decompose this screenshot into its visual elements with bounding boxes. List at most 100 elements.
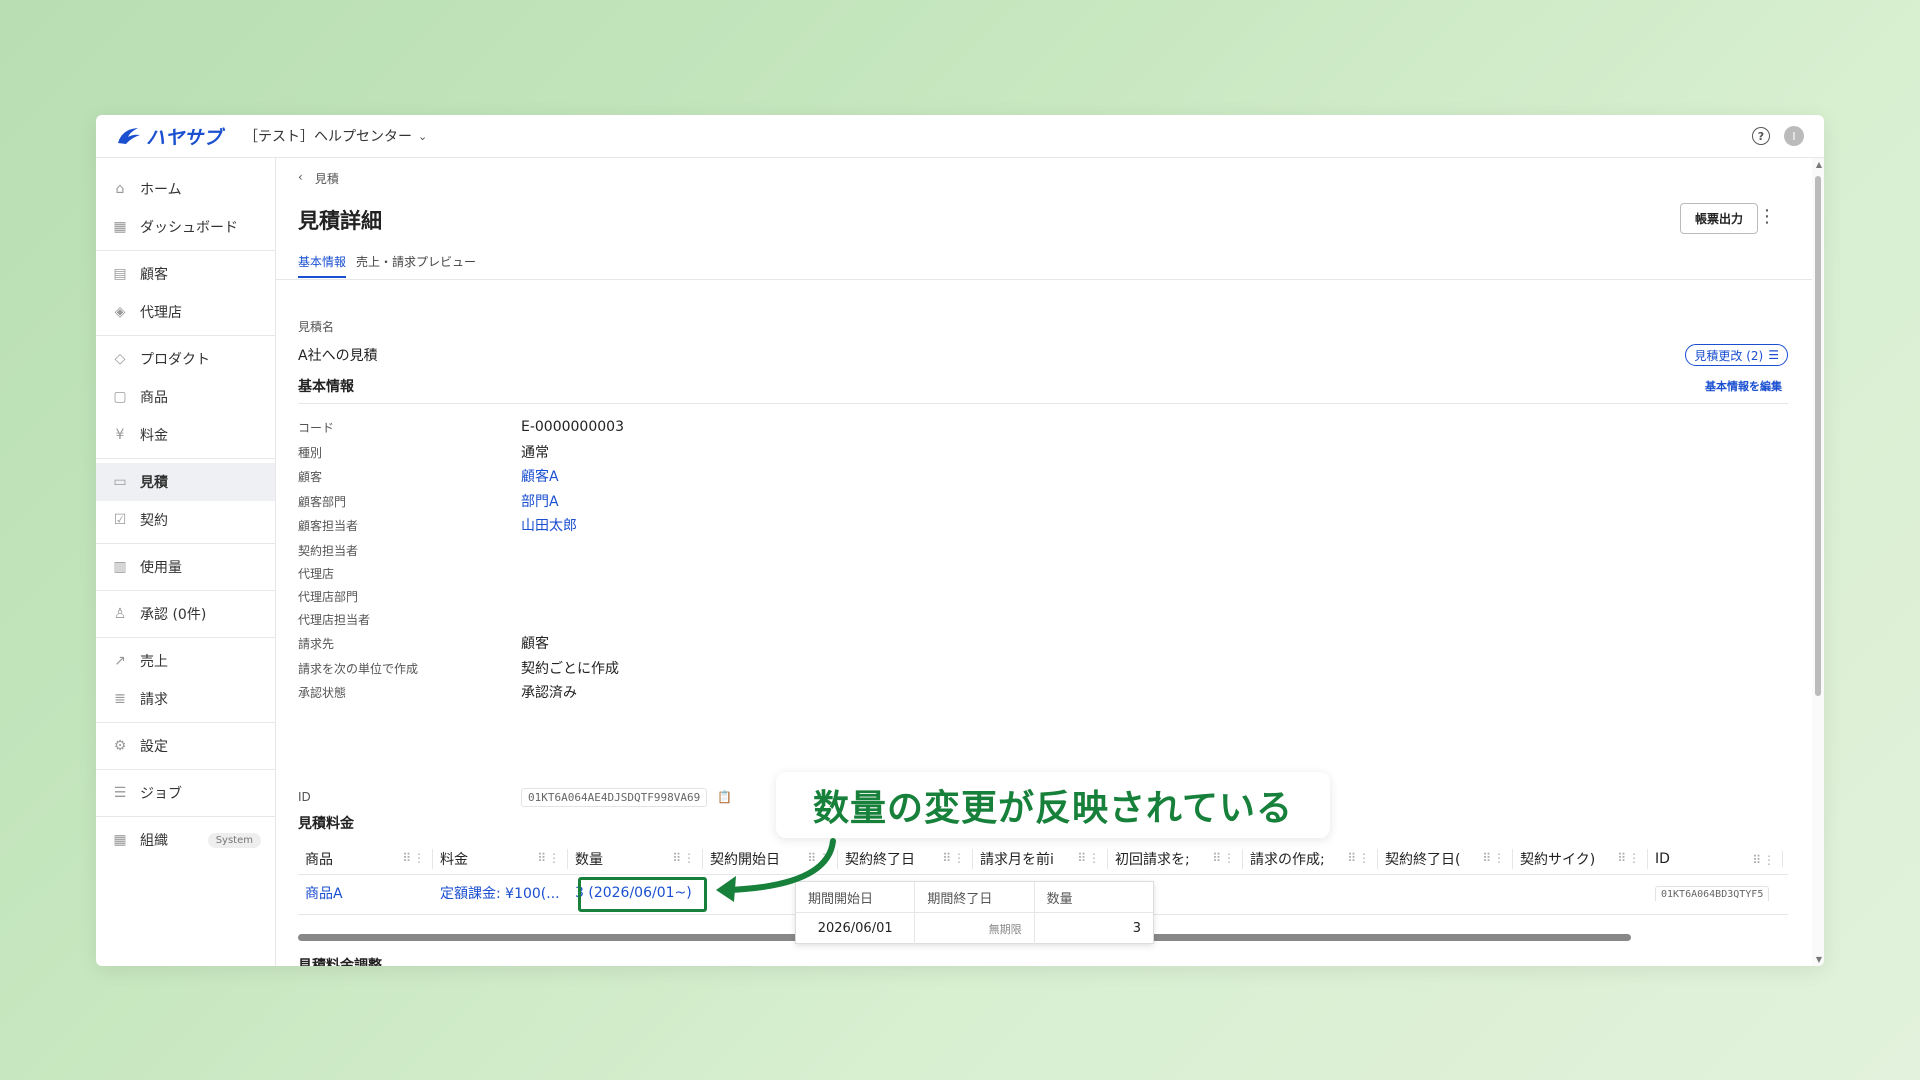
column-header-label: 初回請求を; <box>1115 851 1190 868</box>
sidebar-item[interactable]: ◈ 代理店 <box>96 293 275 331</box>
field-value[interactable]: 山田太郎 <box>521 515 577 535</box>
field-row: 顧客 顧客A <box>298 464 559 488</box>
page-title: 見積詳細 <box>298 209 382 233</box>
avatar[interactable]: I <box>1784 126 1804 146</box>
drag-handle-icon[interactable]: ⠿ ⋮ <box>1482 851 1505 865</box>
drag-handle-icon[interactable]: ⠿ ⋮ <box>672 851 695 865</box>
sidebar-item-label: 設定 <box>140 739 168 755</box>
sidebar-item-label: 組織 <box>140 833 168 849</box>
drag-handle-icon[interactable]: ⠿ ⋮ <box>1617 851 1640 865</box>
contract-icon: ☑ <box>113 512 127 528</box>
breadcrumb[interactable]: ‹ 見積 <box>298 170 339 187</box>
building-icon: ▤ <box>113 266 127 282</box>
column-header-label: 契約終了日( <box>1385 851 1461 868</box>
column-header[interactable]: 商品 ⠿ ⋮ <box>298 848 433 869</box>
column-header[interactable]: 初回請求を; ⠿ ⋮ <box>1108 848 1243 869</box>
sidebar-item[interactable]: ¥ 料金 <box>96 416 275 454</box>
table-cell: 01KT6A064BD3QTYF5 <box>1648 885 1783 901</box>
field-label: 請求先 <box>298 636 335 651</box>
column-header-label: 請求月を前i <box>980 851 1054 868</box>
revision-label: 見積更改 (2) <box>1694 348 1764 363</box>
field-label: 種別 <box>298 445 323 460</box>
table-cell[interactable]: 商品A <box>298 883 433 903</box>
column-header-label: ID <box>1655 850 1670 867</box>
popover-start-date: 2026/06/01 <box>796 913 916 944</box>
app-logo[interactable]: ハヤサブ <box>116 123 222 150</box>
sidebar-item[interactable]: ↗ 売上 <box>96 642 275 680</box>
scroll-down-icon[interactable]: ▼ <box>1816 955 1822 964</box>
workspace-selector[interactable]: ［テスト］ヘルプセンター ⌄ <box>244 126 427 146</box>
field-row: コード E-0000000003 <box>298 415 624 439</box>
drag-handle-icon[interactable]: ⠿ ⋮ <box>1077 851 1100 865</box>
sidebar-item-label: 見積 <box>140 475 168 491</box>
bag-icon: ▢ <box>113 389 127 405</box>
sidebar-item[interactable]: ▤ 顧客 <box>96 255 275 293</box>
sidebar-item[interactable]: ⚙ 設定 <box>96 727 275 765</box>
sidebar-group: ▤ 顧客 ◈ 代理店 <box>96 251 275 336</box>
sidebar-item[interactable]: ☑ 契約 <box>96 501 275 539</box>
column-header-label: 契約サイク) <box>1520 851 1596 868</box>
popover-quantity: 3 <box>1132 921 1141 936</box>
column-header[interactable]: 請求月を前i ⠿ ⋮ <box>973 848 1108 869</box>
row-id[interactable]: 01KT6A064BD3QTYF5 <box>1655 886 1770 901</box>
help-icon[interactable]: ? <box>1752 127 1770 145</box>
drag-handle-icon[interactable]: ⠿ ⋮ <box>1347 851 1370 865</box>
column-header[interactable]: 契約終了日 ⠿ ⋮ <box>838 848 973 869</box>
field-label: コード <box>298 420 335 435</box>
table-cell[interactable]: 定額課金: ¥100(... <box>433 883 568 903</box>
sidebar-item[interactable]: ▢ 商品 <box>96 378 275 416</box>
sidebar-item[interactable]: ☰ ジョブ <box>96 774 275 812</box>
edit-basic-info-link[interactable]: 基本情報を編集 <box>1705 378 1782 394</box>
sidebar-item[interactable]: ⌂ ホーム <box>96 170 275 208</box>
sidebar-item-label: 代理店 <box>140 305 182 321</box>
column-header[interactable]: ID ⠿ ⋮ <box>1648 850 1783 867</box>
scroll-up-icon[interactable]: ▲ <box>1816 160 1822 169</box>
sidebar-item-label: 顧客 <box>140 267 168 283</box>
drag-handle-icon[interactable]: ⠿ ⋮ <box>942 851 965 865</box>
column-header[interactable]: 請求の作成; ⠿ ⋮ <box>1243 848 1378 869</box>
id-value[interactable]: 01KT6A064AE4DJSDQTF998VA69 <box>521 787 708 807</box>
tab-sales-billing-preview[interactable]: 売上・請求プレビュー <box>356 253 476 278</box>
popover-row: 2026/06/01 無期限 3 <box>796 913 1153 944</box>
export-button[interactable]: 帳票出力 <box>1679 203 1758 234</box>
more-options-icon[interactable]: ⋮ <box>1758 208 1776 226</box>
drag-handle-icon[interactable]: ⠿ ⋮ <box>537 851 560 865</box>
drag-handle-icon[interactable]: ⠿ ⋮ <box>1752 853 1775 867</box>
sidebar-item[interactable]: ▦ 組織 System <box>96 821 275 859</box>
field-row: 承認状態 承認済み <box>298 680 577 704</box>
app-window: ハヤサブ ［テスト］ヘルプセンター ⌄ ? I ⌂ ホーム ▦ ダッシュボード ▤ 顧客 ◈… <box>96 115 1824 966</box>
column-header[interactable]: 契約終了日( ⠿ ⋮ <box>1378 848 1513 869</box>
back-chevron-icon[interactable]: ‹ <box>298 170 303 187</box>
invoice-icon: ≣ <box>114 691 126 707</box>
field-value[interactable]: 部門A <box>521 491 559 511</box>
revision-button[interactable]: 見積更改 (2) ☰ <box>1685 344 1788 366</box>
drag-handle-icon[interactable]: ⠿ ⋮ <box>402 851 425 865</box>
sidebar-item[interactable]: ▦ ダッシュボード <box>96 208 275 246</box>
system-badge: System <box>207 832 261 848</box>
popover-col-qty: 数量 <box>1046 891 1073 907</box>
tab-basic-info[interactable]: 基本情報 <box>298 253 347 278</box>
column-header[interactable]: 数量 ⠿ ⋮ <box>568 848 703 869</box>
popover-end-date: 無期限 <box>915 913 1035 944</box>
scrollbar-thumb[interactable] <box>1815 176 1821 696</box>
column-header-label: 料金 <box>440 851 468 868</box>
sidebar-item[interactable]: ▥ 使用量 <box>96 548 275 586</box>
sidebar-item[interactable]: ≣ 請求 <box>96 680 275 718</box>
list-collapse-icon: ☰ <box>1768 348 1779 362</box>
drag-handle-icon[interactable]: ⠿ ⋮ <box>1212 851 1235 865</box>
field-value[interactable]: 顧客A <box>521 466 559 486</box>
column-header[interactable]: 契約サイク) ⠿ ⋮ <box>1513 848 1648 869</box>
field-row: 請求を次の単位で作成 契約ごとに作成 <box>298 656 619 680</box>
sidebar: ⌂ ホーム ▦ ダッシュボード ▤ 顧客 ◈ 代理店 ◇ プロダクト ▢ 商品 ¥ 料金 ▭ 見積 ☑ 契約 ▥ 使用… <box>96 158 276 966</box>
sidebar-item[interactable]: ▭ 見積 <box>96 463 275 501</box>
fees-section-title: 見積料金 <box>298 816 354 832</box>
breadcrumb-item[interactable]: 見積 <box>315 170 339 187</box>
column-header-label: 請求の作成; <box>1250 851 1325 868</box>
sidebar-item[interactable]: ♙ 承認 (0件) <box>96 595 275 633</box>
vertical-scrollbar[interactable]: ▲ ▼ <box>1812 158 1824 966</box>
trend-icon: ↗ <box>114 653 126 669</box>
column-header[interactable]: 料金 ⠿ ⋮ <box>433 848 568 869</box>
sidebar-item[interactable]: ◇ プロダクト <box>96 340 275 378</box>
field-label: 契約担当者 <box>298 543 359 558</box>
copy-icon[interactable]: 📋 <box>717 790 732 804</box>
